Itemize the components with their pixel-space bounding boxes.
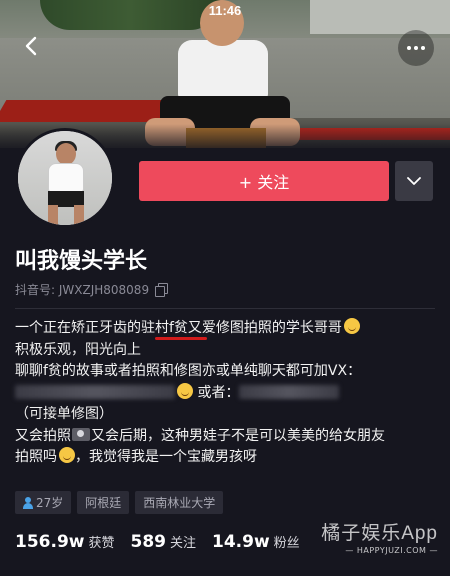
bio-line: 拍照吗 ，我觉得我是一个宝藏男孩呀	[15, 447, 440, 469]
avatar[interactable]	[15, 128, 115, 228]
back-button[interactable]	[18, 32, 46, 60]
chevron-left-icon	[25, 36, 37, 56]
smile-emoji-icon	[343, 318, 360, 334]
smile-emoji-icon	[177, 382, 193, 399]
copy-icon[interactable]	[155, 283, 169, 297]
bio-line: 又会拍照 又会后期，这种男娃子不是可以美美的给女朋友	[15, 426, 440, 448]
stat-followers[interactable]: 14.9w 粉丝	[212, 532, 300, 552]
bio-text: （可接单修图）	[15, 406, 113, 422]
chevron-down-icon	[407, 177, 421, 185]
follow-button[interactable]: + 关注	[139, 161, 389, 201]
bio-text: 或者：	[197, 384, 240, 401]
bio-line: 积极乐观，阳光向上	[15, 340, 440, 362]
person-icon	[23, 496, 33, 509]
watermark: 橘子娱乐App — HAPPYJUZI.COM —	[321, 523, 438, 555]
bio-line: 或者：	[15, 382, 440, 405]
profile-tags: 27岁 阿根廷 西南林业大学	[15, 491, 224, 514]
stat-likes: 156.9w 获赞	[15, 532, 115, 552]
more-dots-icon	[407, 46, 411, 50]
douyin-id-row: 抖音号: JWXZJH808089	[15, 281, 169, 298]
follow-label: + 关注	[238, 173, 290, 192]
redacted-contact	[15, 384, 175, 399]
cover-photo	[0, 0, 450, 148]
profile-stats: 156.9w 获赞 589 关注 14.9w 粉丝	[15, 532, 300, 552]
bio-line: 一个正在矫正牙齿的驻村f贫又爱修图拍照的学长哥哥	[15, 318, 440, 340]
bio: 一个正在矫正牙齿的驻村f贫又爱修图拍照的学长哥哥 积极乐观，阳光向上 聊聊f贫的…	[15, 318, 440, 469]
recommend-dropdown-button[interactable]	[395, 161, 433, 201]
bio-text: ，我觉得我是一个宝藏男孩呀	[75, 449, 257, 465]
bio-line: （可接单修图）	[15, 404, 440, 426]
douyin-id: 抖音号: JWXZJH808089	[15, 283, 150, 297]
status-time: 11:46	[208, 3, 242, 18]
bio-text: 拍照吗	[15, 449, 57, 465]
camera-emoji-icon	[72, 427, 90, 441]
tag-age: 27岁	[15, 491, 72, 514]
tag-school: 西南林业大学	[135, 491, 224, 514]
bio-text: 又会拍照	[15, 427, 71, 444]
smile-emoji-icon	[59, 447, 75, 463]
bio-text: 积极乐观，阳光向上	[15, 341, 141, 358]
more-button[interactable]	[398, 30, 434, 66]
redacted-contact	[239, 384, 340, 399]
bio-text: 又会后期，这种男娃子不是可以美美的给女朋友	[91, 427, 385, 444]
tag-location: 阿根廷	[77, 491, 130, 514]
profile-name: 叫我馒头学长	[15, 249, 148, 274]
bio-text: 一个正在矫正牙齿的驻村f贫又爱修图拍照的学长哥哥	[15, 320, 342, 336]
stat-following[interactable]: 589 关注	[131, 532, 197, 552]
divider	[15, 308, 435, 309]
bio-text: 聊聊f贫的故事或者拍照和修图亦或单纯聊天都可加VX：	[15, 363, 362, 379]
bio-line: 聊聊f贫的故事或者拍照和修图亦或单纯聊天都可加VX：	[15, 361, 440, 383]
